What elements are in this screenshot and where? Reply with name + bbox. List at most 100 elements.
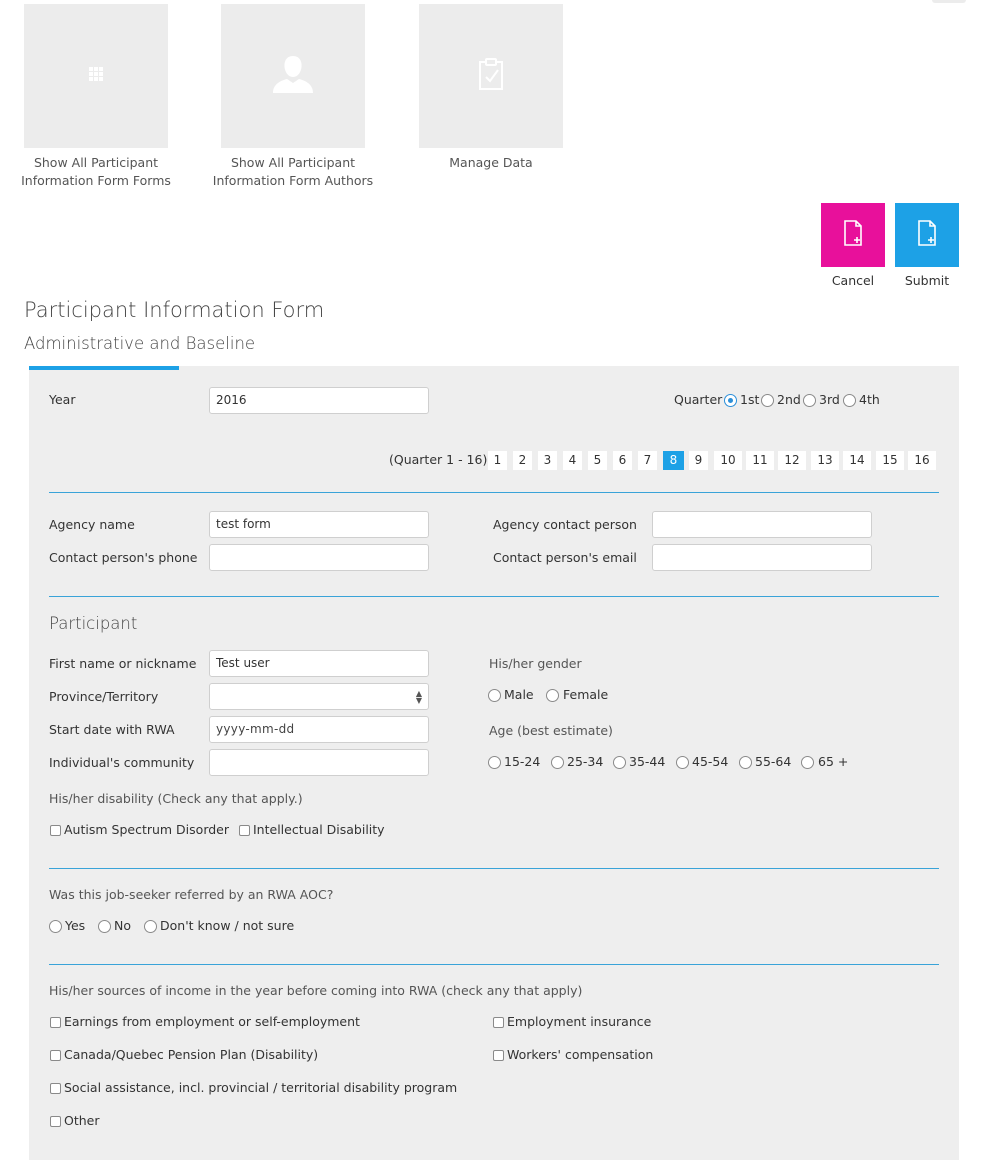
gender-label: His/her gender — [489, 656, 582, 671]
age-option-label: 15-24 — [504, 754, 541, 769]
age-option-label: 35-44 — [629, 754, 666, 769]
agency-name-label: Agency name — [49, 517, 135, 532]
cancel-button[interactable] — [821, 203, 885, 267]
section-divider — [49, 596, 939, 597]
agency-contact-input[interactable] — [652, 511, 872, 538]
disability-option-label: Autism Spectrum Disorder — [64, 822, 229, 837]
province-select[interactable]: ▲ ▼ — [209, 683, 429, 710]
start-date-input[interactable]: yyyy-mm-dd — [209, 716, 429, 743]
referral-radio-no[interactable] — [98, 920, 111, 933]
manage-data-tile[interactable] — [419, 4, 563, 148]
quarter-page-button[interactable]: 7 — [638, 451, 657, 470]
agency-name-input[interactable]: test form — [209, 511, 429, 538]
income-checkbox-other[interactable] — [50, 1116, 61, 1127]
age-option-label: 25-34 — [567, 754, 604, 769]
quarter-page-button[interactable]: 12 — [778, 451, 806, 470]
page-subtitle: Administrative and Baseline — [24, 334, 256, 353]
quarter-option-label: 2nd — [777, 392, 801, 407]
age-label: Age (best estimate) — [489, 723, 613, 738]
income-checkbox-workers-comp[interactable] — [493, 1050, 504, 1061]
community-input[interactable] — [209, 749, 429, 776]
quarter-page-button[interactable]: 15 — [876, 451, 904, 470]
quarter-page-button[interactable]: 6 — [613, 451, 632, 470]
age-radio-25-34[interactable] — [551, 756, 564, 769]
quarter-page-button[interactable]: 3 — [538, 451, 557, 470]
quarter-page-button-active[interactable]: 8 — [663, 451, 684, 470]
quarter-page-button[interactable]: 16 — [908, 451, 936, 470]
contact-phone-label: Contact person's phone — [49, 550, 198, 565]
gender-radio-male[interactable] — [488, 689, 501, 702]
community-label: Individual's community — [49, 755, 195, 770]
quarter-page-button[interactable]: 13 — [811, 451, 839, 470]
quarter-radio-2nd[interactable] — [761, 394, 774, 407]
age-radio-15-24[interactable] — [488, 756, 501, 769]
corner-tab — [932, 0, 966, 3]
select-arrows-icon: ▲ ▼ — [415, 688, 422, 705]
quarter-page-button[interactable]: 9 — [689, 451, 708, 470]
income-option-label: Workers' compensation — [507, 1047, 654, 1062]
new-document-icon — [843, 220, 863, 250]
quarter-option-label: 4th — [859, 392, 880, 407]
age-radio-35-44[interactable] — [613, 756, 626, 769]
show-authors-label[interactable]: Show All Participant Information Form Au… — [195, 154, 391, 190]
page-title: Participant Information Form — [24, 298, 325, 322]
new-document-icon — [917, 220, 937, 250]
income-checkbox-earnings[interactable] — [50, 1017, 61, 1028]
referral-option-label: Yes — [65, 918, 86, 933]
submit-label[interactable]: Submit — [890, 273, 964, 288]
show-authors-tile[interactable] — [221, 4, 365, 148]
disability-label: His/her disability (Check any that apply… — [49, 791, 303, 806]
quarter-page-button[interactable]: 2 — [513, 451, 532, 470]
manage-data-label[interactable]: Manage Data — [393, 154, 589, 172]
age-radio-45-54[interactable] — [676, 756, 689, 769]
clipboard-check-icon — [477, 57, 505, 95]
quarter-radio-1st[interactable] — [724, 394, 737, 407]
section-divider — [49, 492, 939, 493]
income-question: His/her sources of income in the year be… — [49, 983, 583, 998]
contact-email-label: Contact person's email — [493, 550, 637, 565]
contact-phone-input[interactable] — [209, 544, 429, 571]
start-date-label: Start date with RWA — [49, 722, 175, 737]
age-radio-65-plus[interactable] — [801, 756, 814, 769]
age-option-label: 55-64 — [755, 754, 792, 769]
income-option-label: Other — [64, 1113, 100, 1128]
submit-button[interactable] — [895, 203, 959, 267]
participant-heading: Participant — [49, 614, 138, 633]
income-option-label: Employment insurance — [507, 1014, 652, 1029]
quarter-radio-3rd[interactable] — [803, 394, 816, 407]
referral-option-label: No — [114, 918, 131, 933]
income-checkbox-social-assistance[interactable] — [50, 1083, 61, 1094]
gender-radio-female[interactable] — [546, 689, 559, 702]
quarter-radio-4th[interactable] — [843, 394, 856, 407]
income-checkbox-cpp[interactable] — [50, 1050, 61, 1061]
show-forms-tile[interactable] — [24, 4, 168, 148]
cancel-label[interactable]: Cancel — [816, 273, 890, 288]
quarter-range-label: (Quarter 1 - 16) — [389, 452, 488, 467]
show-forms-label[interactable]: Show All Participant Information Form Fo… — [0, 154, 194, 190]
quarter-page-button[interactable]: 14 — [843, 451, 871, 470]
referral-option-label: Don't know / not sure — [160, 918, 295, 933]
age-radio-55-64[interactable] — [739, 756, 752, 769]
quarter-page-button[interactable]: 1 — [488, 451, 507, 470]
year-label: Year — [49, 392, 76, 407]
contact-email-input[interactable] — [652, 544, 872, 571]
year-input[interactable]: 2016 — [209, 387, 429, 414]
gender-option-label: Female — [563, 687, 609, 702]
quarter-option-label: 1st — [740, 392, 760, 407]
referral-radio-not-sure[interactable] — [144, 920, 157, 933]
quarter-page-button[interactable]: 10 — [714, 451, 742, 470]
disability-checkbox-autism[interactable] — [50, 825, 61, 836]
quarter-option-label: 3rd — [819, 392, 840, 407]
section-divider — [49, 964, 939, 965]
quarter-label: Quarter — [674, 392, 723, 407]
referral-question: Was this job-seeker referred by an RWA A… — [49, 887, 334, 902]
quarter-page-button[interactable]: 11 — [746, 451, 774, 470]
income-checkbox-employment-insurance[interactable] — [493, 1017, 504, 1028]
income-option-label: Canada/Quebec Pension Plan (Disability) — [64, 1047, 319, 1062]
referral-radio-yes[interactable] — [49, 920, 62, 933]
disability-checkbox-intellectual[interactable] — [239, 825, 250, 836]
age-option-label: 65 + — [818, 754, 849, 769]
quarter-page-button[interactable]: 5 — [588, 451, 607, 470]
first-name-input[interactable]: Test user — [209, 650, 429, 677]
quarter-page-button[interactable]: 4 — [563, 451, 582, 470]
